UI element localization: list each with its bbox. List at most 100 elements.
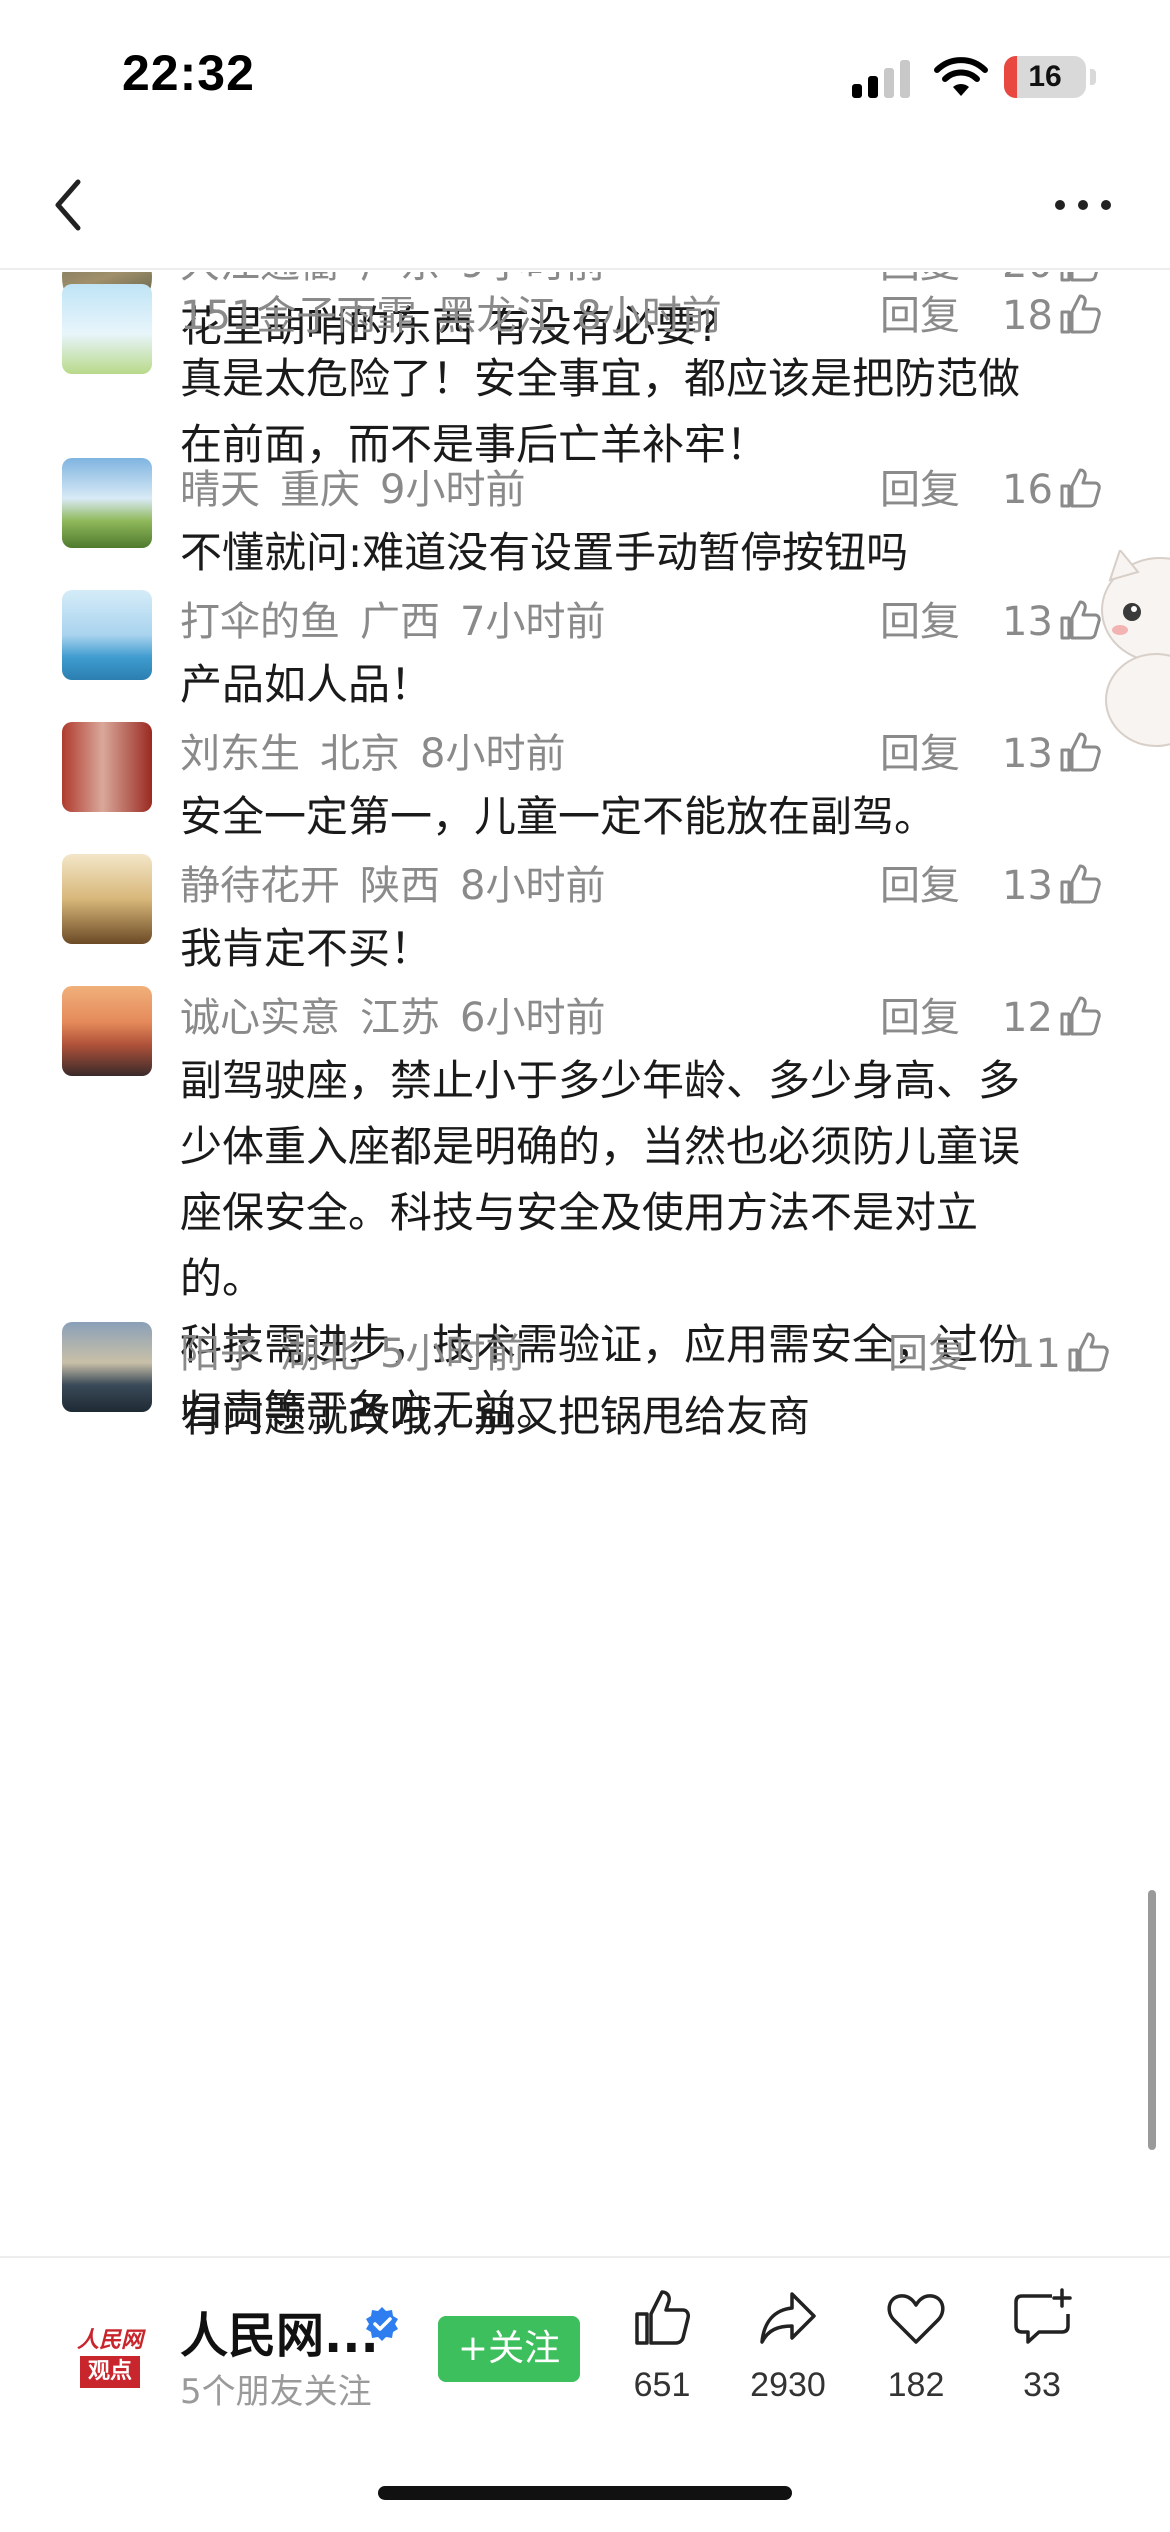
like-action[interactable]: 651 — [592, 2288, 732, 2438]
comment-time: 7小时前 — [460, 599, 606, 645]
avatar[interactable] — [62, 284, 152, 374]
avatar[interactable] — [62, 986, 152, 1076]
share-action[interactable]: 2930 — [718, 2288, 858, 2438]
thumbs-up-icon[interactable] — [1058, 862, 1102, 906]
logo-text-top: 人民网 — [76, 2327, 143, 2353]
comment-time: 9小时前 — [380, 467, 526, 513]
status-time: 22:32 — [122, 45, 255, 101]
like-count: 16 — [1002, 467, 1053, 513]
reply-button[interactable]: 回复 — [888, 1326, 968, 1382]
avatar[interactable] — [62, 722, 152, 812]
comment-region: 广西 — [360, 599, 440, 645]
comment-text: 不懂就问:难道没有设置手动暂停按钮吗 — [180, 520, 1080, 586]
comment-line: 产品如人品！ — [180, 660, 433, 709]
comment-username[interactable]: 晴天 — [180, 467, 260, 513]
thumbs-up-icon[interactable] — [1058, 292, 1102, 336]
comment-line: 安全一定第一，儿童一定不能放在副驾。 — [180, 792, 937, 841]
comment-region: 黑龙江 — [436, 293, 557, 339]
battery-indicator: 16 — [1004, 56, 1086, 98]
comment-region: 湖北 — [280, 1331, 360, 1377]
comment-time: 9小时前 — [460, 272, 605, 287]
scrollbar[interactable] — [1148, 1890, 1156, 2150]
comment-meta: 阳子 湖北 5小时前 — [180, 1326, 545, 1382]
reply-button[interactable]: 回复 — [880, 858, 960, 914]
friends-following-text: 5个朋友关注 — [180, 2372, 372, 2412]
like-count: 18 — [1002, 293, 1053, 339]
heart-icon — [887, 2294, 945, 2344]
comment-text: 真是太危险了！安全事宜，都应该是把防范做 在前面，而不是事后亡羊补牢！ — [180, 346, 1080, 478]
more-horizontal-icon[interactable] — [1048, 180, 1118, 230]
comment-text: 有问题就改哦，别又把锅甩给友商 — [180, 1384, 1080, 1450]
chevron-left-icon[interactable] — [40, 170, 100, 240]
reply-button[interactable]: 回复 — [880, 594, 960, 650]
comment-time: 5小时前 — [380, 1331, 526, 1377]
comment-username[interactable]: 刘东生 — [180, 731, 300, 777]
like-count: 11 — [1010, 1331, 1061, 1377]
like-count: 12 — [1002, 995, 1053, 1041]
thumbs-up-icon[interactable] — [1058, 466, 1102, 510]
comment-meta: 晴天 重庆 9小时前 — [180, 462, 545, 518]
home-indicator[interactable] — [378, 2486, 792, 2500]
battery-percent: 16 — [1028, 60, 1062, 93]
nav-bar — [0, 140, 1170, 270]
avatar[interactable] — [62, 590, 152, 680]
thumbs-up-icon[interactable] — [1058, 994, 1102, 1038]
thumbs-up-icon[interactable] — [1058, 272, 1102, 284]
verified-badge-icon — [366, 2307, 398, 2341]
wifi-icon — [934, 57, 988, 96]
status-bar: 22:32 16 — [0, 0, 1170, 140]
comment-add-icon — [1014, 2288, 1072, 2344]
comment-time: 8小时前 — [460, 863, 606, 909]
like-count: 13 — [1002, 599, 1053, 645]
comment-meta: 静待花开 陕西 8小时前 — [180, 858, 625, 914]
avatar[interactable] — [62, 854, 152, 944]
share-total: 2930 — [750, 2366, 826, 2404]
comment-total: 33 — [1023, 2366, 1061, 2404]
comment-line: 副驾驶座，禁止小于多少年龄、多少身高、多 — [180, 1056, 1021, 1105]
comment-region: 陕西 — [360, 863, 440, 909]
comment-username[interactable]: 151金子雨霏 — [180, 293, 416, 339]
logo-text-bottom: 观点 — [80, 2356, 140, 2388]
like-count: 13 — [1002, 731, 1053, 777]
thumbs-up-icon — [635, 2290, 690, 2345]
comment-meta: 151金子雨霏 黑龙江 8小时前 — [180, 288, 742, 344]
comment-username[interactable]: 诚心实意 — [180, 995, 340, 1041]
cat-sticker[interactable] — [1090, 550, 1170, 760]
avatar[interactable] — [62, 458, 152, 548]
comment-text: 我肯定不买！ — [180, 916, 1080, 982]
reply-button[interactable]: 回复 — [880, 462, 960, 518]
like-count: 13 — [1002, 863, 1053, 909]
comment-username[interactable]: 静待花开 — [180, 863, 340, 909]
comment-meta: 打伞的鱼 广西 7小时前 — [180, 594, 625, 650]
comment-region: 江苏 — [360, 995, 440, 1041]
comment-time: 6小时前 — [460, 995, 606, 1041]
brand-logo[interactable]: 人民网 观点 — [70, 2316, 150, 2396]
comment-username[interactable]: 打伞的鱼 — [180, 599, 340, 645]
comment-username[interactable]: 大江通衢 — [180, 272, 340, 287]
comment-list[interactable]: 大江通衢广东9小时前 回复 20 花里胡哨的东西 有没有必要? 151金子雨霏黑… — [0, 272, 1170, 2256]
avatar[interactable] — [62, 1322, 152, 1412]
follow-button[interactable]: +关注 — [438, 2316, 580, 2382]
comment-line: 的。 — [180, 1254, 265, 1303]
reply-button[interactable]: 回复 — [880, 990, 960, 1046]
favorite-action[interactable]: 182 — [846, 2288, 986, 2438]
comment-text: 产品如人品！ — [180, 652, 1080, 718]
account-name[interactable]: 人民网... — [180, 2296, 379, 2366]
comment-line: 不懂就问:难道没有设置手动暂停按钮吗 — [180, 528, 909, 577]
comment-line: 有问题就改哦，别又把锅甩给友商 — [180, 1392, 811, 1441]
comment-line: 少体重入座都是明确的，当然也必须防儿童误 — [180, 1122, 1021, 1171]
comment-region: 北京 — [320, 731, 400, 777]
comment-action[interactable]: 33 — [972, 2288, 1112, 2438]
comment-line: 座保安全。科技与安全及使用方法不是对立 — [180, 1188, 979, 1237]
comment-region: 重庆 — [280, 467, 360, 513]
comment-meta: 刘东生 北京 8小时前 — [180, 726, 585, 782]
thumbs-up-icon[interactable] — [1066, 1330, 1110, 1374]
comment-time: 8小时前 — [576, 293, 722, 339]
bottom-bar: 人民网 观点 人民网... 5个朋友关注 +关注 651 2930 182 33 — [0, 2256, 1170, 2532]
comment-meta: 诚心实意 江苏 6小时前 — [180, 990, 625, 1046]
reply-button[interactable]: 回复 — [880, 288, 960, 344]
comment-region: 广东 — [360, 272, 440, 287]
comment-line: 真是太危险了！安全事宜，都应该是把防范做 — [180, 354, 1021, 403]
reply-button[interactable]: 回复 — [880, 726, 960, 782]
comment-username[interactable]: 阳子 — [180, 1331, 260, 1377]
